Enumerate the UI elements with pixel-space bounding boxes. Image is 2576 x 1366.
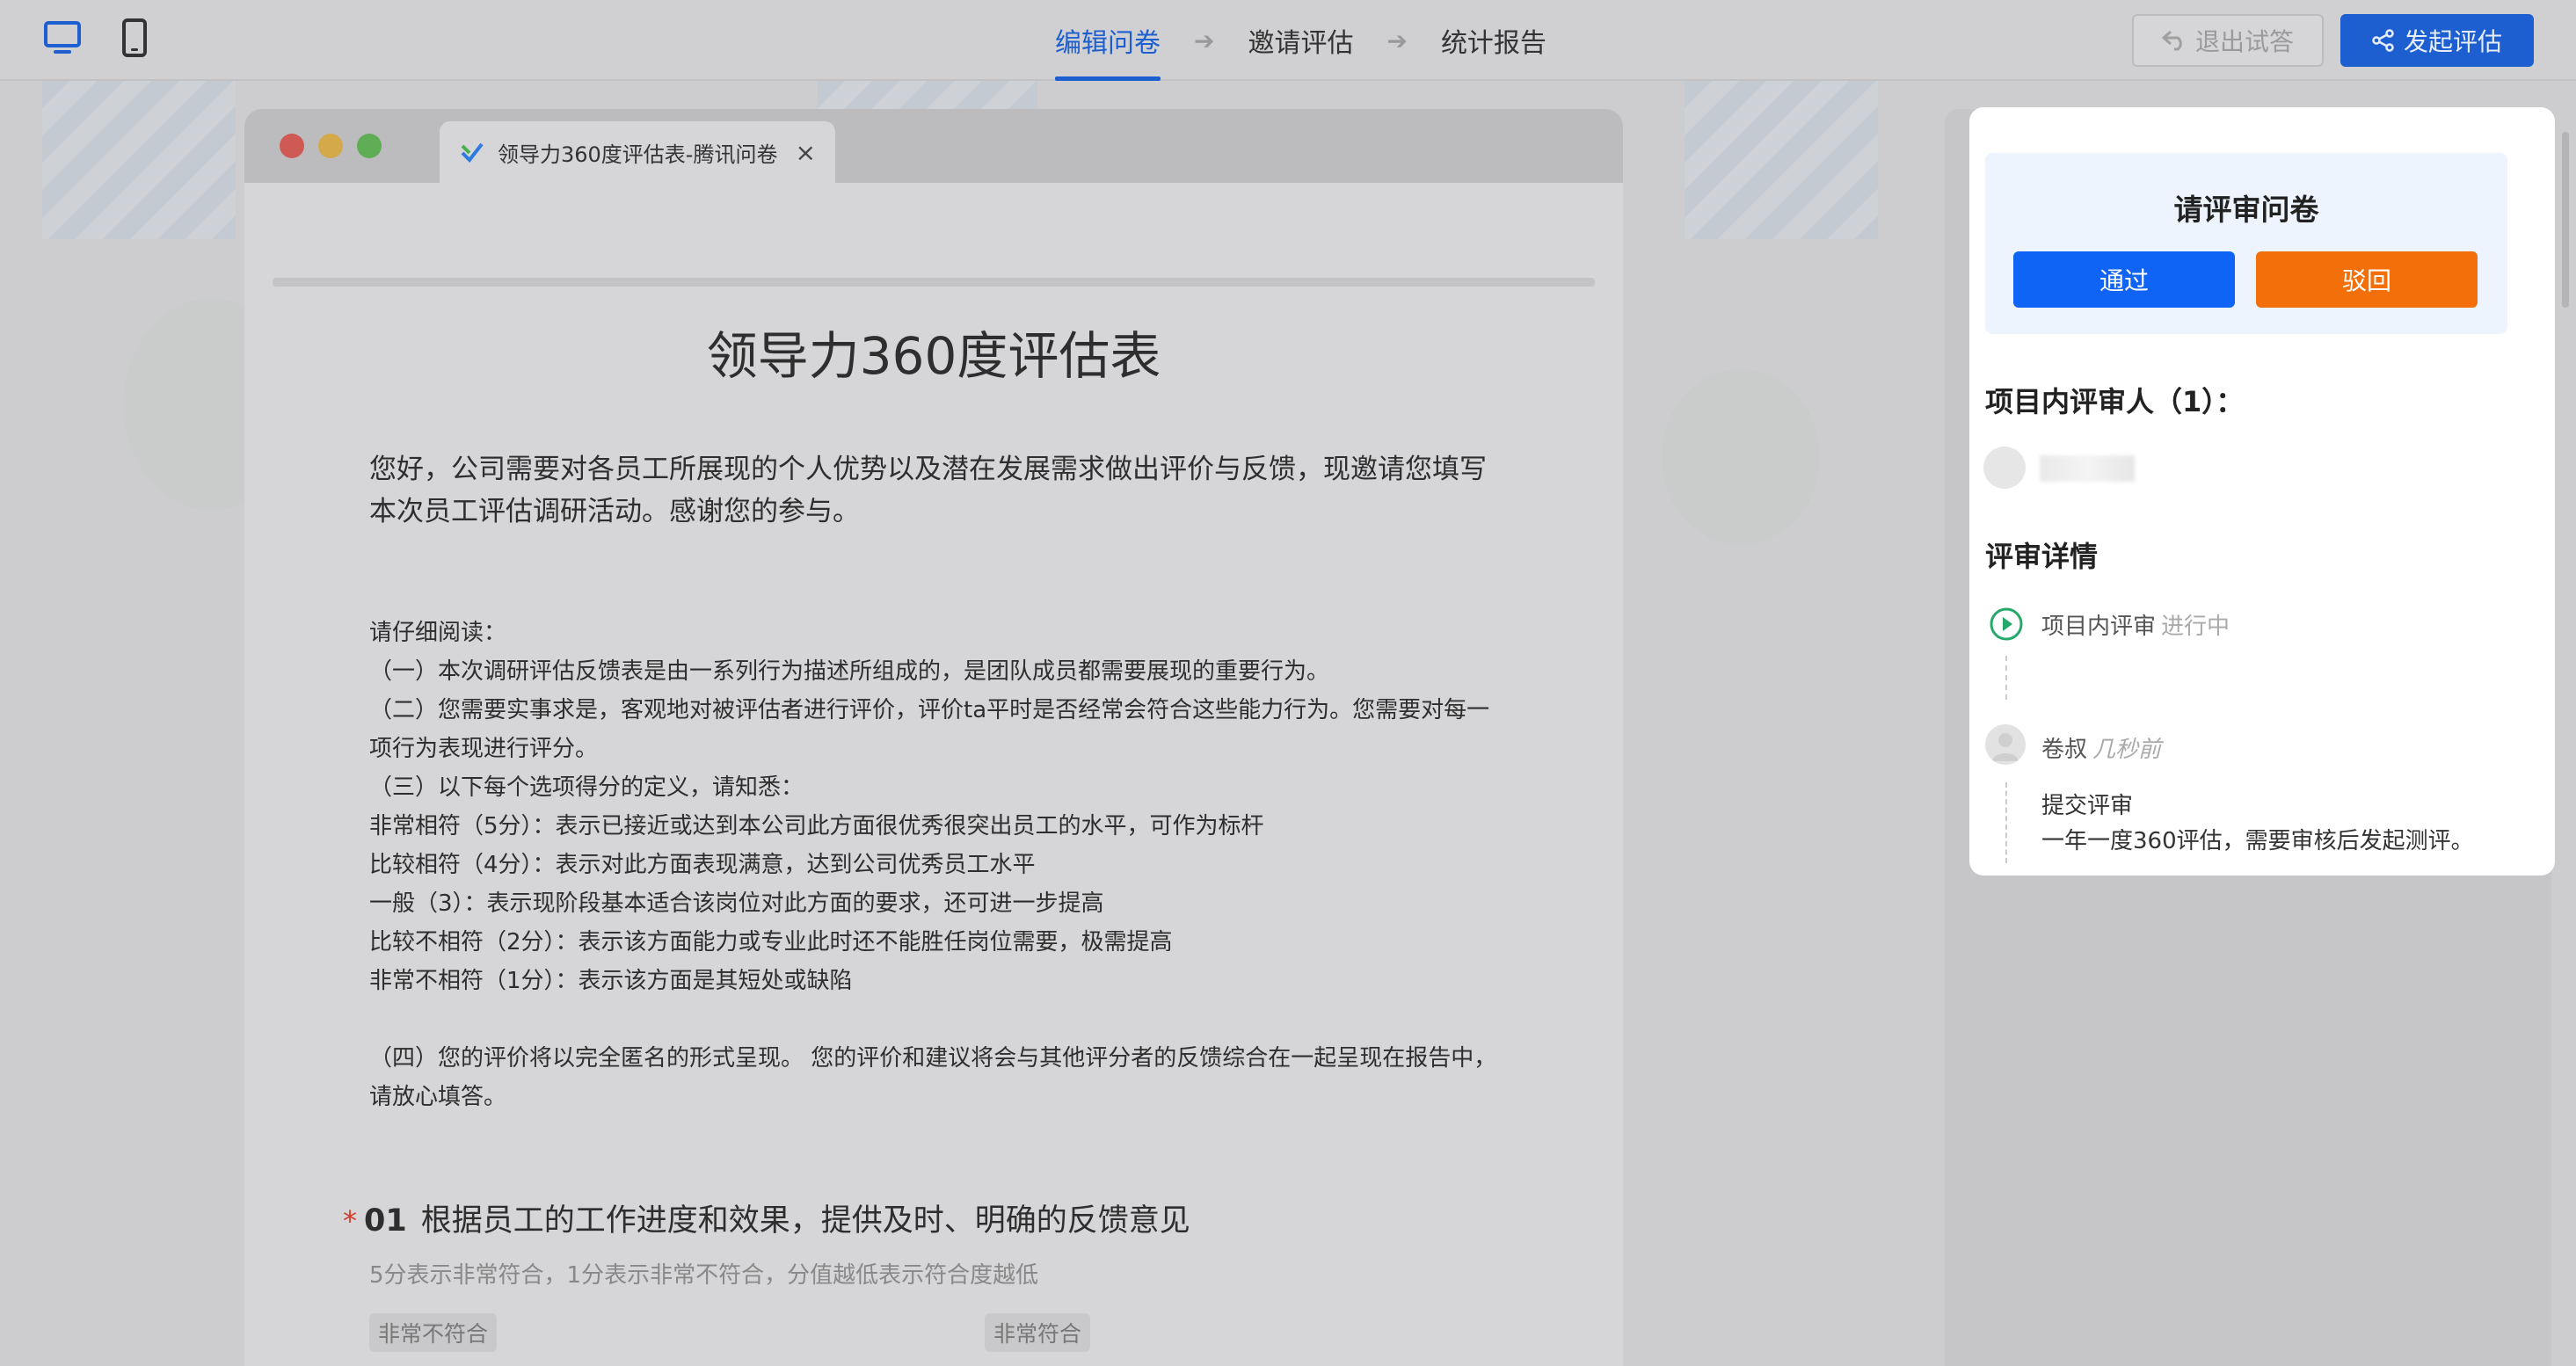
scale-low-label: 非常不符合 [369,1313,498,1352]
instruction-line: （四）您的评价将以完全匿名的形式呈现。 您的评价和建议将会与其他评分者的反馈综合… [369,1045,1497,1110]
timeline-entry-header: 卷叔 几秒前 [2041,731,2161,764]
background-pattern [42,81,236,239]
page-scrollbar[interactable] [2562,132,2569,308]
window-maximize-dot [357,134,382,158]
undo-icon [2161,30,2182,51]
reviewer-name-blurred [2040,455,2135,482]
question-text: 根据员工的工作进度和效果，提供及时、明确的反馈意见 [420,1203,1190,1239]
survey-intro: 您好，公司需要对各员工所展现的个人优势以及潜在发展需求做出评价与反馈，现邀请您填… [369,454,1487,527]
timeline-connector [2005,656,2007,700]
instruction-line: 比较相符（4分）：表示对此方面表现满意，达到公司优秀员工水平 [369,852,1036,878]
launch-evaluation-label: 发起评估 [2403,27,2502,56]
instruction-line: 一般（3）：表示现阶段基本适合该岗位对此方面的要求，还可进一步提高 [369,890,1104,917]
author-avatar [1985,724,2026,765]
step-nav: 编辑问卷 ➔ 邀请评估 ➔ 统计报告 [1055,0,1546,81]
top-bar: 编辑问卷 ➔ 邀请评估 ➔ 统计报告 退出试答 发起评估 [0,0,2576,81]
review-details-heading: 评审详情 [1985,540,2099,573]
timeline-connector [2005,782,2007,863]
step-edit-survey[interactable]: 编辑问卷 [1055,0,1161,81]
instruction-line: （一）本次调研评估反馈表是由一系列行为描述所组成的，是团队成员都需要展现的重要行… [369,658,1330,685]
scale-high-label: 非常符合 [985,1313,1091,1352]
step-invite-evaluation[interactable]: 邀请评估 [1248,0,1353,81]
question-description: 5分表示非常符合，1分表示非常不符合，分值越低表示符合度越低 [369,1262,1039,1289]
window-close-dot [280,134,304,158]
question-title: * 01 根据员工的工作进度和效果，提供及时、明确的反馈意见 [343,1195,1190,1240]
timeline-stage-status: 进行中 [2161,614,2230,640]
tencent-survey-logo-icon [461,142,484,163]
instruction-line: 比较不相符（2分）：表示该方面能力或专业此时还不能胜任岗位需要，极需提高 [369,929,1173,955]
desktop-preview-button[interactable] [40,16,84,60]
exit-trial-button[interactable]: 退出试答 [2132,14,2324,67]
arrow-right-icon: ➔ [1386,25,1408,55]
instruction-line: （三）以下每个选项得分的定义，请知悉： [369,774,804,801]
reject-button[interactable]: 驳回 [2256,251,2478,308]
browser-tab[interactable]: 领导力360度评估表-腾讯问卷 × [440,121,835,183]
mobile-preview-button[interactable] [113,16,156,60]
approve-button[interactable]: 通过 [2013,251,2235,308]
user-icon [1992,733,2019,761]
timeline-comment: 一年一度360评估，需要审核后发起测评。 [2041,828,2474,854]
survey-instructions: 请仔细阅读： （一）本次调研评估反馈表是由一系列行为描述所组成的，是团队成员都需… [369,614,1503,1116]
background-shape [1662,369,1820,545]
reviewer-avatar [1983,447,2026,489]
survey-title: 领导力360度评估表 [706,326,1161,386]
launch-evaluation-button[interactable]: 发起评估 [2340,14,2534,67]
share-icon [2372,29,2394,52]
exit-trial-label: 退出试答 [2194,27,2294,56]
desktop-icon [44,21,81,54]
required-mark: * [343,1204,357,1238]
review-panel: 请评审问卷 通过 驳回 项目内评审人（1）： 评审详情 项目内评审 进行中 卷叔几… [1969,107,2555,876]
question-number: 01 [364,1203,407,1239]
instruction-line: 非常不相符（1分）：表示该方面是其短处或缺陷 [369,968,853,994]
instruction-line: 非常相符（5分）：表示已接近或达到本公司此方面很优秀很突出员工的水平，可作为标杆 [369,813,1264,839]
review-action-box: 请评审问卷 通过 驳回 [1985,153,2507,334]
background-pattern [1685,81,1878,239]
mobile-icon [122,18,147,57]
browser-preview-window: 领导力360度评估表-腾讯问卷 × 领导力360度评估表 您好，公司需要对各员工… [244,109,1623,1366]
timeline-stage-name: 项目内评审 [2041,614,2157,640]
timeline-stage: 项目内评审 进行中 [2041,608,2230,641]
browser-chrome: 领导力360度评估表-腾讯问卷 × [244,109,1623,183]
instruction-line: 请仔细阅读： [369,620,507,646]
window-minimize-dot [318,134,343,158]
timeline-time: 几秒前 [2092,737,2162,763]
reviewers-heading: 项目内评审人（1）： [1985,385,2245,418]
arrow-right-icon: ➔ [1194,25,1215,55]
step-statistics-report[interactable]: 统计报告 [1441,0,1546,81]
tab-close-icon[interactable]: × [796,138,816,167]
timeline-author: 卷叔 [2041,737,2088,763]
tab-title: 领导力360度评估表-腾讯问卷 [498,142,778,167]
timeline-action: 提交评审 [2041,793,2134,819]
play-circle-icon [1990,607,2023,641]
review-title: 请评审问卷 [2173,193,2319,227]
progress-bar [273,278,1595,287]
instruction-line: （二）您需要实事求是，客观地对被评估者进行评价，评价ta平时是否经常会符合这些能… [369,697,1490,762]
